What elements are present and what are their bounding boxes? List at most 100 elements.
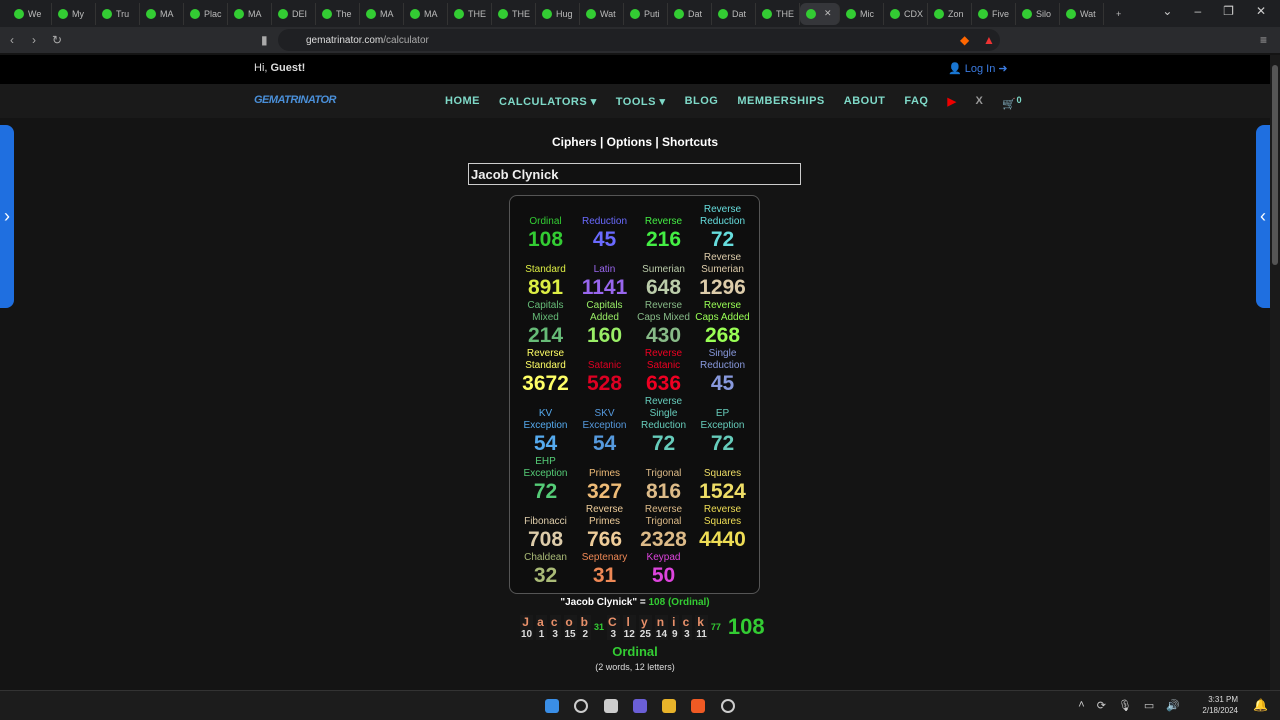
cipher-cell[interactable]: Latin 1141 <box>575 252 634 300</box>
cipher-cell[interactable]: Primes 327 <box>575 456 634 504</box>
file-explorer-icon[interactable] <box>662 699 676 713</box>
browser-tab[interactable]: DEI <box>272 2 316 25</box>
new-tab-button[interactable]: + <box>1116 9 1121 19</box>
brave-icon[interactable] <box>691 699 705 713</box>
browser-tab[interactable]: Dat <box>668 2 712 25</box>
phrase-input[interactable] <box>468 163 801 185</box>
cipher-cell[interactable]: Squares 1524 <box>693 456 752 504</box>
browser-tab[interactable]: MA <box>360 2 404 25</box>
forward-icon[interactable]: › <box>32 33 36 47</box>
browser-tab[interactable]: Zon <box>928 2 972 25</box>
cipher-cell[interactable]: Satanic 528 <box>575 348 634 396</box>
browser-tab[interactable]: Plac <box>184 2 228 25</box>
x-icon[interactable]: X <box>975 95 983 111</box>
nav-item[interactable]: ABOUT <box>844 95 886 111</box>
nav-item[interactable]: FAQ <box>904 95 928 111</box>
browser-tab[interactable]: The <box>316 2 360 25</box>
browser-tab[interactable]: MA <box>228 2 272 25</box>
site-logo[interactable]: GEMATRINATOR <box>254 94 337 106</box>
bookmark-icon[interactable]: ▮ <box>261 33 268 47</box>
browser-tab[interactable]: ✕ <box>800 2 840 25</box>
nav-item[interactable]: BLOG <box>685 95 719 111</box>
cipher-cell[interactable]: Sumerian 648 <box>634 252 693 300</box>
browser-tab[interactable]: MA <box>140 2 184 25</box>
cipher-cell[interactable]: Reverse Caps Added 268 <box>693 300 752 348</box>
cipher-cell[interactable]: Keypad 50 <box>634 552 693 588</box>
login-link[interactable]: 👤 Log In ➜ <box>948 62 1008 75</box>
url-field[interactable]: gematrinator.com/calculator <box>278 29 1000 51</box>
browser-tab[interactable]: THE <box>492 2 536 25</box>
browser-tab[interactable]: Wat <box>580 2 624 25</box>
tab-search-icon[interactable]: ⌄ <box>1162 4 1172 18</box>
start-icon[interactable] <box>545 699 559 713</box>
chevron-up-icon[interactable]: ˄ <box>1078 699 1084 712</box>
cipher-cell[interactable]: Fibonacci 708 <box>516 504 575 552</box>
cipher-cell[interactable]: SKV Exception 54 <box>575 396 634 456</box>
microphone-icon[interactable]: 🎙 <box>1118 699 1132 712</box>
browser-tab[interactable]: Mic <box>840 2 884 25</box>
right-panel-toggle[interactable]: ‹ <box>1256 125 1270 308</box>
close-window-button[interactable]: ✕ <box>1256 4 1266 18</box>
calculator-links[interactable]: Ciphers | Options | Shortcuts <box>0 135 1270 149</box>
youtube-icon[interactable]: ▶ <box>947 95 956 111</box>
browser-tab[interactable]: Dat <box>712 2 756 25</box>
browser-tab[interactable]: We <box>8 2 52 25</box>
brave-rewards-icon[interactable]: ▲ <box>983 33 995 47</box>
cart-icon[interactable]: 🛒0 <box>1002 95 1022 111</box>
cipher-cell[interactable]: Capitals Mixed 214 <box>516 300 575 348</box>
app-icon[interactable] <box>721 699 735 713</box>
browser-tab[interactable]: Tru <box>96 2 140 25</box>
reload-icon[interactable]: ↻ <box>52 33 62 47</box>
maximize-button[interactable]: ❐ <box>1223 4 1234 18</box>
cipher-cell[interactable]: Septenary 31 <box>575 552 634 588</box>
cipher-cell[interactable]: KV Exception 54 <box>516 396 575 456</box>
cipher-cell[interactable]: Reverse Single Reduction 72 <box>634 396 693 456</box>
cipher-cell[interactable]: Ordinal 108 <box>516 204 575 252</box>
nav-item[interactable]: HOME <box>445 95 480 111</box>
menu-icon[interactable]: ≡ <box>1260 33 1267 47</box>
browser-tab[interactable]: Silo <box>1016 2 1060 25</box>
cipher-cell[interactable]: EP Exception 72 <box>693 396 752 456</box>
cipher-cell[interactable]: Trigonal 816 <box>634 456 693 504</box>
cipher-cell[interactable]: Reverse Sumerian 1296 <box>693 252 752 300</box>
browser-tab[interactable]: Puti <box>624 2 668 25</box>
clock[interactable]: 3:31 PM 2/18/2024 <box>1202 694 1238 716</box>
cipher-cell[interactable]: Reverse Reduction 72 <box>693 204 752 252</box>
cipher-cell[interactable]: Standard 891 <box>516 252 575 300</box>
task-view-icon[interactable] <box>604 699 618 713</box>
scrollbar[interactable] <box>1270 55 1280 690</box>
cipher-cell[interactable]: EHP Exception 72 <box>516 456 575 504</box>
cipher-cell[interactable]: Reverse Primes 766 <box>575 504 634 552</box>
meet-icon[interactable] <box>633 699 647 713</box>
network-icon[interactable]: ▭ <box>1144 699 1154 712</box>
browser-tab[interactable]: CDX <box>884 2 928 25</box>
cipher-cell[interactable]: Reverse Satanic 636 <box>634 348 693 396</box>
cipher-cell[interactable]: Capitals Added 160 <box>575 300 634 348</box>
cipher-cell[interactable]: Reduction 45 <box>575 204 634 252</box>
browser-tab[interactable]: Wat <box>1060 2 1104 25</box>
cipher-cell[interactable]: Reverse Trigonal 2328 <box>634 504 693 552</box>
browser-tab[interactable]: THE <box>448 2 492 25</box>
back-icon[interactable]: ‹ <box>10 33 14 47</box>
left-panel-toggle[interactable]: › <box>0 125 14 308</box>
browser-tab[interactable]: MA <box>404 2 448 25</box>
minimize-button[interactable]: – <box>1194 4 1201 18</box>
browser-tab[interactable]: THE <box>756 2 800 25</box>
cipher-cell[interactable]: Reverse Standard 3672 <box>516 348 575 396</box>
cipher-cell[interactable]: Single Reduction 45 <box>693 348 752 396</box>
cipher-cell[interactable]: Reverse Caps Mixed 430 <box>634 300 693 348</box>
nav-item[interactable]: CALCULATORS ▾ <box>499 95 597 111</box>
cipher-cell[interactable]: Chaldean 32 <box>516 552 575 588</box>
cipher-cell[interactable]: Reverse 216 <box>634 204 693 252</box>
volume-icon[interactable]: 🔊 <box>1166 699 1180 712</box>
notification-icon[interactable]: 🔔 <box>1253 698 1268 712</box>
browser-tab[interactable]: Hug <box>536 2 580 25</box>
browser-tab[interactable]: Five <box>972 2 1016 25</box>
cipher-cell[interactable]: Reverse Squares 4440 <box>693 504 752 552</box>
search-icon[interactable] <box>574 699 588 713</box>
brave-shield-icon[interactable]: ◆ <box>960 33 969 47</box>
browser-tab[interactable]: My <box>52 2 96 25</box>
close-tab-icon[interactable]: ✕ <box>824 8 832 19</box>
nav-item[interactable]: TOOLS ▾ <box>616 95 666 111</box>
sync-icon[interactable]: ⟳ <box>1097 699 1106 712</box>
